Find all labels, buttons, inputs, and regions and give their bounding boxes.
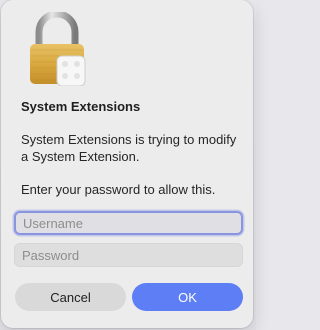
dialog-title: System Extensions: [21, 99, 141, 114]
padlock-icon: [30, 12, 86, 86]
dialog-message: System Extensions is trying to modify a …: [21, 131, 241, 198]
ok-button[interactable]: OK: [132, 283, 243, 311]
username-field[interactable]: [14, 211, 243, 235]
authentication-dialog: System Extensions System Extensions is t…: [1, 0, 253, 328]
cancel-button[interactable]: Cancel: [15, 283, 126, 311]
password-field[interactable]: [14, 243, 243, 267]
dialog-prompt-text: Enter your password to allow this.: [21, 182, 216, 197]
dialog-message-text: System Extensions is trying to modify a …: [21, 132, 237, 164]
